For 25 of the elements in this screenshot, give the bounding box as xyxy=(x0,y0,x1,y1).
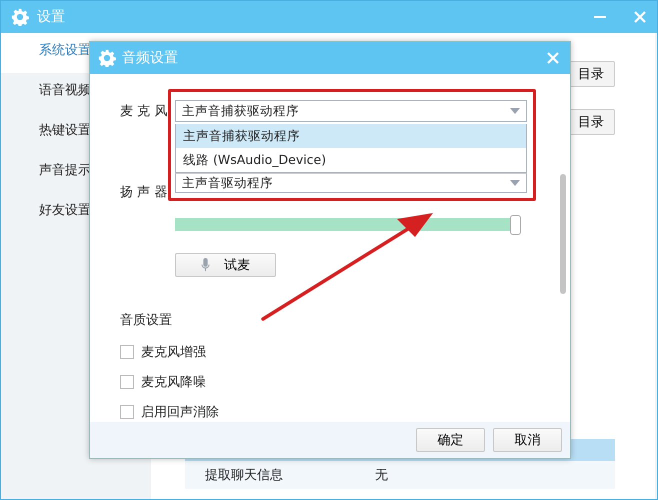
dropdown-option[interactable]: 线路 (WsAudio_Device) xyxy=(176,148,526,172)
table-cell-text: 提取聊天信息 xyxy=(204,467,284,485)
dropdown-option[interactable]: 主声音捕获驱动程序 xyxy=(176,124,526,148)
checkbox-option[interactable]: 麦克风增强 xyxy=(120,343,206,361)
close-icon[interactable] xyxy=(546,51,560,65)
caret-icon xyxy=(510,108,520,114)
section-heading: 音质设置 xyxy=(120,312,173,329)
close-icon[interactable] xyxy=(633,10,647,24)
test-microphone-button[interactable]: 试麦 xyxy=(175,253,276,277)
scrollbar[interactable] xyxy=(655,33,657,499)
speaker-dropdown[interactable]: 主声音驱动程序 xyxy=(175,173,527,193)
gear-icon xyxy=(11,8,29,26)
dialog-button[interactable]: 取消 xyxy=(493,428,562,452)
dialog-button[interactable]: 确定 xyxy=(416,428,485,452)
window-title: 设置 xyxy=(37,8,65,26)
checkbox-option[interactable]: 麦克风降噪 xyxy=(120,373,206,391)
slider-thumb[interactable] xyxy=(510,215,522,235)
gear-icon xyxy=(98,49,116,67)
table-cell-text: 无 xyxy=(374,467,389,485)
microphone-dropdown[interactable]: 主声音捕获驱动程序 xyxy=(175,100,527,122)
microphone-label: 麦 克 风 xyxy=(120,103,168,120)
checkbox-option[interactable]: 启用回声消除 xyxy=(120,403,219,421)
microphone-icon xyxy=(201,258,210,272)
speaker-label: 扬 声 器 xyxy=(120,184,168,201)
caret-icon xyxy=(510,180,520,186)
